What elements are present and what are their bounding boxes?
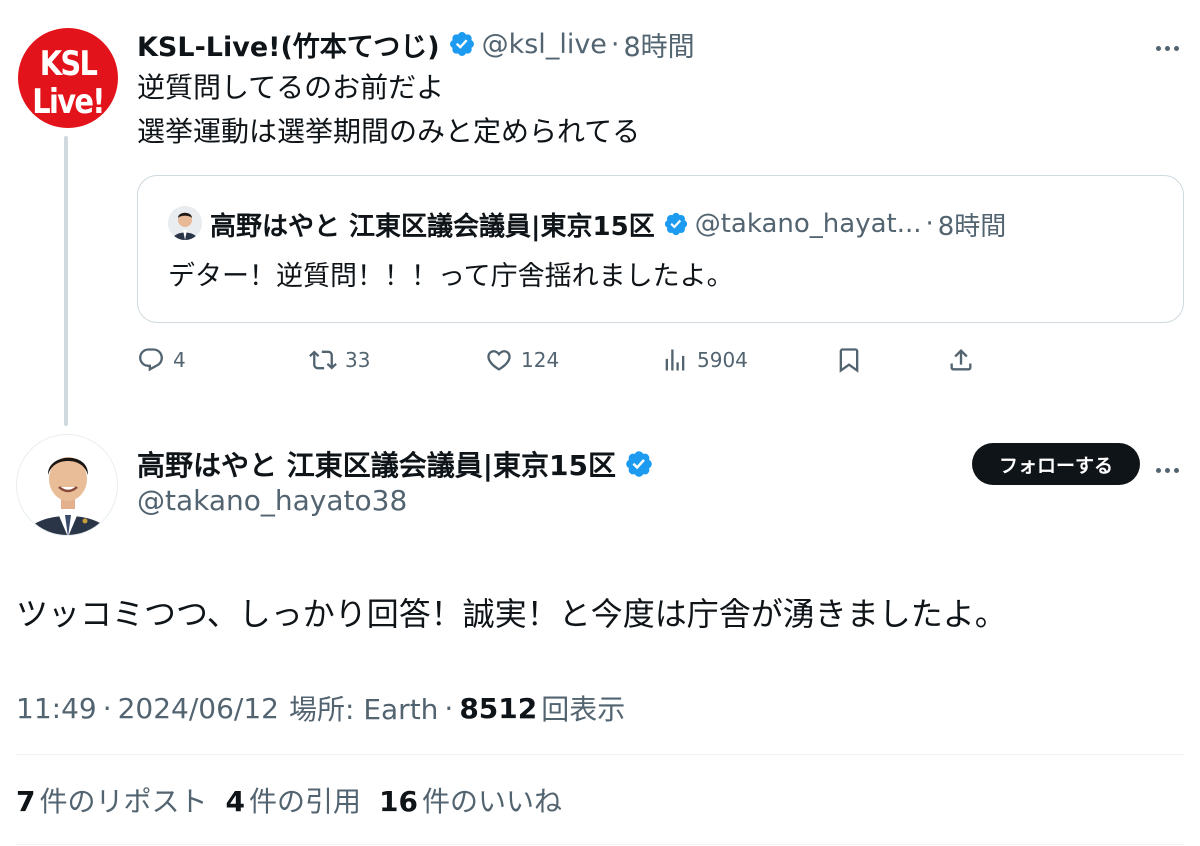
like-button[interactable]: 124 xyxy=(485,340,559,380)
main-display-name[interactable]: 高野はやと 江東区議会議員|東京15区 xyxy=(137,444,616,484)
view-count: 8512 xyxy=(459,691,538,725)
repost-count: 33 xyxy=(345,348,371,372)
quoted-author-avatar xyxy=(168,206,202,240)
tweet-meta: 11:49 · 2024/06/12 場所: Earth · 8512 回表示 xyxy=(16,686,625,730)
repost-icon xyxy=(309,350,337,370)
verified-badge-icon xyxy=(664,212,687,236)
view-count-label: 回表示 xyxy=(541,693,626,726)
like-icon xyxy=(487,350,511,371)
reposts-count: 7 xyxy=(16,785,36,818)
tweet-date[interactable]: 2024/06/12 xyxy=(118,692,279,725)
parent-timestamp[interactable]: 8時間 xyxy=(624,25,695,64)
tweet-time[interactable]: 11:49 xyxy=(16,692,97,725)
reply-button[interactable]: 4 xyxy=(137,340,186,380)
views-icon xyxy=(665,349,685,371)
parent-tweet-text-line1: 逆質問してるのお前だよ xyxy=(137,71,445,104)
share-icon xyxy=(950,349,972,371)
divider xyxy=(16,844,1184,845)
bookmark-icon xyxy=(839,348,859,373)
person-photo-icon xyxy=(17,435,117,535)
divider xyxy=(16,754,1184,755)
parent-handle[interactable]: @ksl_live xyxy=(482,29,607,60)
reposts-stat[interactable]: 7 件のリポスト xyxy=(16,780,208,820)
takano-avatar[interactable] xyxy=(16,434,118,536)
tweet-location: 場所: Earth xyxy=(289,693,439,726)
main-tweet-author: 高野はやと 江東区議会議員|東京15区 xyxy=(137,444,660,484)
bookmark-button[interactable] xyxy=(835,340,871,380)
quoted-tweet-header: 高野はやと 江東区議会議員|東京15区 @takano_hayat... · 8… xyxy=(210,204,1006,244)
tweet-action-bar: 4 33 124 5904 xyxy=(137,340,987,380)
quotes-stat[interactable]: 4 件の引用 xyxy=(226,780,362,820)
avatar-logo-text-bottom: Live! xyxy=(32,82,105,122)
person-photo-icon xyxy=(168,206,202,240)
avatar-logo-text-top: KSL xyxy=(39,44,98,84)
follow-button[interactable]: フォローする xyxy=(972,443,1140,485)
reply-icon xyxy=(139,348,163,372)
verified-badge-icon xyxy=(449,32,474,56)
thread-connector-line xyxy=(64,136,68,426)
repost-button[interactable]: 33 xyxy=(309,340,370,380)
more-options-icon[interactable] xyxy=(1154,458,1184,473)
quoted-tweet-text: デター！逆質問！！！って庁舎揺れましたよ。 xyxy=(168,261,734,292)
engagement-stats: 7 件のリポスト 4 件の引用 16 件のいいね xyxy=(16,778,580,822)
quotes-label: 件の引用 xyxy=(248,785,361,818)
separator-dot: · xyxy=(925,209,934,239)
quoted-tweet-card[interactable]: 高野はやと 江東区議会議員|東京15区 @takano_hayat... · 8… xyxy=(137,175,1184,323)
share-button[interactable] xyxy=(947,340,983,380)
quotes-count: 4 xyxy=(225,785,245,818)
separator-dot: · xyxy=(102,691,112,725)
views-count: 5904 xyxy=(697,348,748,372)
quoted-timestamp: 8時間 xyxy=(937,211,1007,242)
views-button[interactable]: 5904 xyxy=(661,340,748,380)
main-handle[interactable]: @takano_hayato38 xyxy=(137,484,407,517)
more-options-icon[interactable] xyxy=(1154,36,1184,51)
like-count: 124 xyxy=(521,348,560,372)
verified-badge-icon xyxy=(626,451,652,477)
ksl-live-avatar[interactable]: KSL Live! xyxy=(18,28,118,128)
parent-display-name[interactable]: KSL-Live!(竹本てつじ) xyxy=(137,25,440,64)
reposts-label: 件のリポスト xyxy=(39,785,208,818)
separator-dot: · xyxy=(444,691,454,725)
likes-stat[interactable]: 16 件のいいね xyxy=(379,780,562,820)
quoted-handle: @takano_hayat... xyxy=(694,209,922,239)
likes-label: 件のいいね xyxy=(421,785,562,818)
parent-tweet-text-line2: 選挙運動は選挙期間のみと定められてる xyxy=(137,115,641,148)
main-tweet-text: ツッコミつつ、しっかり回答！誠実！と今度は庁舎が湧きましたよ。 xyxy=(16,595,1007,633)
separator-dot: · xyxy=(610,28,620,60)
likes-count: 16 xyxy=(379,785,418,818)
reply-count: 4 xyxy=(173,348,186,372)
quoted-display-name: 高野はやと 江東区議会議員|東京15区 xyxy=(210,211,655,242)
parent-tweet-header: KSL-Live!(竹本てつじ) @ksl_live · 8時間 xyxy=(137,24,695,64)
